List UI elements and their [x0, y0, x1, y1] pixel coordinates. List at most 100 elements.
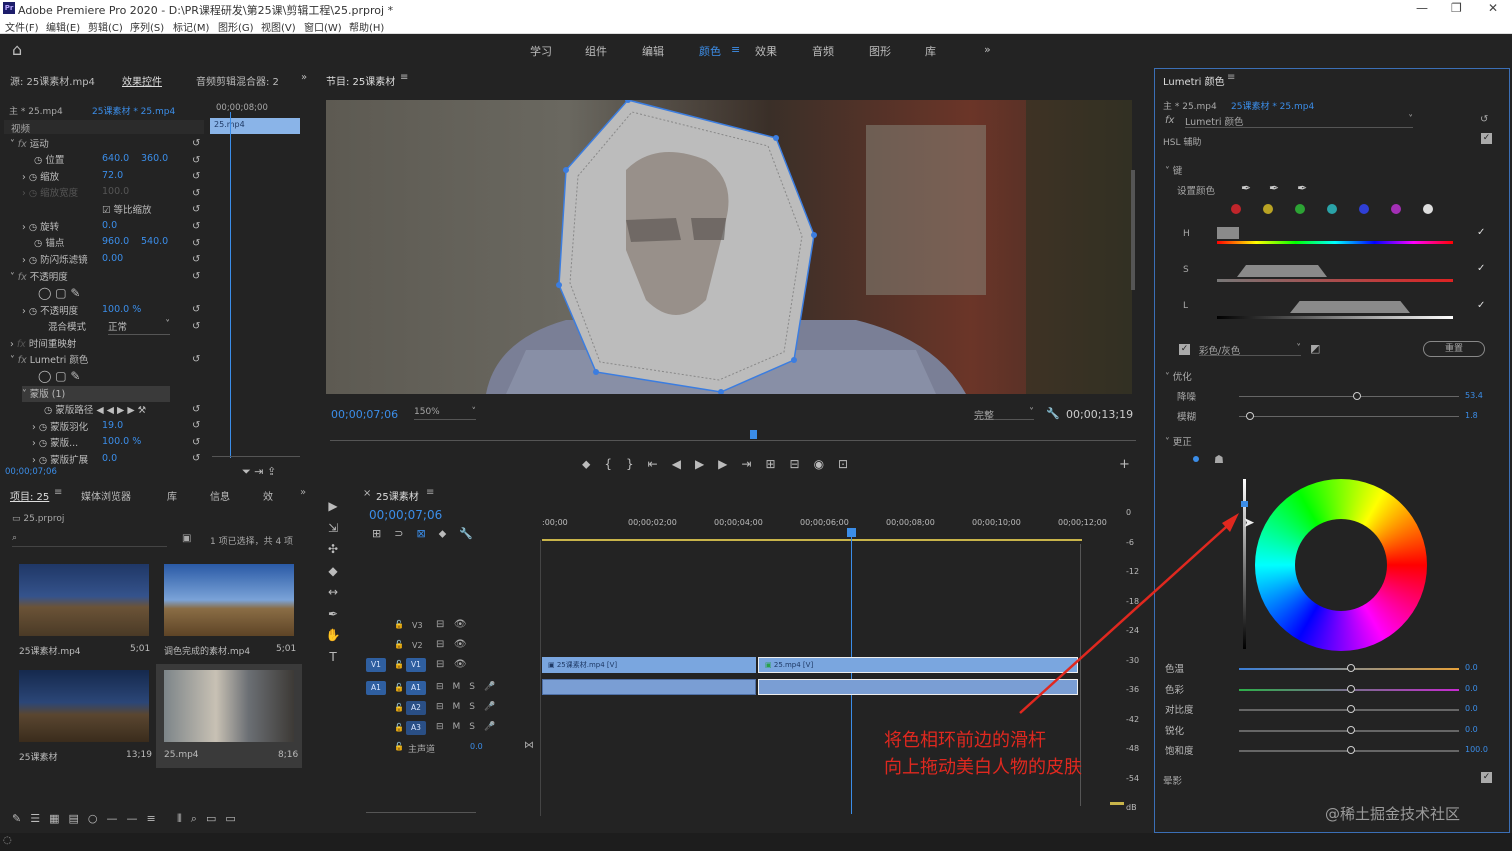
clip-video-1[interactable]: ▣ 25课素材.mp4 [V] [542, 657, 756, 673]
lumetri-effect-select[interactable]: Lumetri 颜色 ˅ [1185, 114, 1413, 128]
ec-anchor-x[interactable]: 960.0 [102, 236, 129, 252]
menu-clip[interactable]: 剪辑(C) [88, 19, 123, 34]
program-video-frame[interactable] [326, 100, 1132, 394]
ec-clip-bar[interactable]: 25.mp4 [210, 118, 300, 134]
ec-row-time-remap[interactable]: › fx 时间重映射 [10, 336, 76, 352]
program-add-button-icon[interactable]: + [1119, 457, 1130, 472]
hue-check-icon[interactable]: ✓ [1477, 227, 1485, 238]
track-a1-label[interactable]: A1 [406, 681, 426, 695]
lumetri-menu-icon[interactable]: ≡ [1227, 72, 1235, 83]
track-v1-controls[interactable]: ⊟ 👁 [436, 659, 467, 670]
track-a1-source[interactable]: A1 [366, 681, 386, 695]
color-swatch[interactable] [1263, 204, 1273, 214]
sat-range-handle[interactable] [1237, 265, 1327, 277]
menu-edit[interactable]: 编辑(E) [46, 19, 80, 34]
tab-project[interactable]: 项目: 25 [10, 488, 49, 508]
ec-anchor-y[interactable]: 540.0 [141, 236, 168, 252]
workspace-learn[interactable]: 学习 [530, 43, 552, 59]
timeline-menu-icon[interactable]: ≡ [426, 487, 434, 498]
panel-overflow-icon[interactable]: » [301, 72, 307, 83]
vignette-checkbox[interactable]: ✓ [1481, 772, 1492, 783]
track-a3-label[interactable]: A3 [406, 721, 426, 735]
workspace-assembly[interactable]: 组件 [585, 43, 607, 59]
track-v3-controls[interactable]: ⊟ 👁 [436, 619, 467, 630]
ec-row-motion[interactable]: ˅ fx 运动 [10, 136, 49, 152]
ec-row-position[interactable]: ◷ 位置 [34, 152, 64, 168]
lum-range-handle[interactable] [1290, 301, 1410, 313]
vignette-label[interactable]: 晕影 [1163, 773, 1182, 787]
project-thumb-3[interactable] [19, 670, 149, 742]
new-bin-icon[interactable]: ▣ [182, 533, 191, 544]
tab-source[interactable]: 源: 25课素材.mp4 [10, 73, 95, 93]
program-zoom-select[interactable]: 150% ˅ [414, 407, 476, 420]
hue-range-handle[interactable] [1217, 227, 1239, 239]
correction-slider-value[interactable]: 0.0 [1465, 725, 1478, 734]
menu-file[interactable]: 文件(F) [5, 19, 39, 34]
menu-view[interactable]: 视图(V) [261, 19, 296, 34]
ec-row-mask[interactable]: ˅ 蒙版 (1) [22, 386, 170, 402]
clip-audio-1[interactable] [542, 679, 756, 695]
ec-clip[interactable]: 25课素材 * 25.mp4 [92, 104, 175, 117]
lumetri-reset-icon[interactable]: ↺ [1480, 114, 1488, 125]
track-v2-lock-icon[interactable]: 🔓 [394, 640, 404, 649]
tab-effect-controls[interactable]: 效果控件 [122, 73, 162, 93]
correction-slider-knob[interactable] [1347, 725, 1355, 734]
ec-scale-value[interactable]: 72.0 [102, 170, 123, 186]
tools-panel[interactable]: ▶ ⇲ ✣ ◆ ↔ ✒ ✋ T [322, 496, 344, 676]
lum-check-icon[interactable]: ✓ [1477, 300, 1485, 311]
correction-slider-value[interactable]: 0.0 [1465, 704, 1478, 713]
ec-position-y[interactable]: 360.0 [141, 153, 168, 169]
ec-row-mask-expansion[interactable]: › ◷ 蒙版扩展 [32, 452, 88, 468]
color-swatches[interactable] [1231, 203, 1451, 217]
blur-slider-knob[interactable] [1246, 412, 1254, 420]
timeline-close-icon[interactable]: × [363, 488, 371, 499]
color-swatch[interactable] [1327, 204, 1337, 214]
correction-slider-knob[interactable] [1347, 705, 1355, 713]
master-track-icon[interactable]: ⋈ [524, 740, 534, 751]
ec-row-opacity[interactable]: › ◷ 不透明度 [22, 303, 78, 319]
ec-zoom-bar[interactable] [212, 456, 300, 457]
program-timecode[interactable]: 00;00;07;06 [331, 408, 398, 421]
more-workspaces-icon[interactable]: » [984, 43, 991, 56]
denoise-slider[interactable] [1239, 396, 1459, 397]
track-v1-label[interactable]: V1 [406, 658, 426, 672]
track-a2-label[interactable]: A2 [406, 701, 426, 715]
ec-filter-icon[interactable]: ⏷ ⇥ ⇪ [242, 465, 276, 479]
track-v2-controls[interactable]: ⊟ 👁 [436, 639, 467, 650]
ec-row-flicker[interactable]: › ◷ 防闪烁滤镜 [22, 252, 88, 268]
lum-range-slider[interactable] [1217, 316, 1453, 319]
ec-blend-select[interactable]: 正常 ˅ [108, 319, 170, 335]
menu-marker[interactable]: 标记(M) [173, 19, 209, 34]
hue-wheel-center[interactable] [1295, 519, 1387, 611]
track-a3-lock-icon[interactable]: 🔓 [394, 723, 404, 732]
eyedropper-icons[interactable]: ✒✒✒ [1241, 181, 1325, 195]
color-swatch[interactable] [1423, 204, 1433, 214]
refine-section[interactable]: ˅ 优化 [1165, 369, 1192, 383]
transport-controls[interactable]: ⬥{}⇤◀▶▶⇥⊞⊟◉⊡ [582, 457, 862, 472]
ec-mask-tools[interactable]: ◯ ▢ ✎ [38, 286, 80, 302]
ec-reset-column[interactable]: ↺ ↺ ↺ ↺ ↺ ↺ ↺ ↺ ↺ ↺ ↺ ↺ ↺ ↺ ↺ ↺ [192, 136, 204, 466]
color-swatch[interactable] [1359, 204, 1369, 214]
track-v1-lock-icon[interactable]: 🔓 [394, 660, 404, 669]
color-swatch[interactable] [1391, 204, 1401, 214]
timeline-zoom-scroll[interactable] [366, 812, 476, 813]
workspace-graphics[interactable]: 图形 [869, 43, 891, 59]
correction-slider-value[interactable]: 0.0 [1465, 663, 1478, 672]
program-menu-icon[interactable]: ≡ [400, 72, 408, 83]
ec-mask-feather-value[interactable]: 19.0 [102, 420, 123, 436]
track-v3-lock-icon[interactable]: 🔓 [394, 620, 404, 629]
workspace-color[interactable]: 颜色 [699, 43, 721, 59]
project-menu-icon[interactable]: ≡ [54, 487, 62, 498]
track-a1-controls[interactable]: ⊟MS🎤 [436, 682, 504, 692]
one-way-wheel-icon[interactable] [1193, 456, 1199, 462]
ec-mask-opacity-value[interactable]: 100.0 % [102, 436, 141, 452]
project-thumb-2[interactable] [164, 564, 294, 636]
workspace-libraries[interactable]: 库 [925, 43, 936, 59]
project-thumb-4[interactable] [164, 670, 294, 742]
ec-rotation-value[interactable]: 0.0 [102, 220, 117, 236]
workspace-editing[interactable]: 编辑 [642, 43, 664, 59]
tab-effects[interactable]: 效 [263, 488, 273, 508]
program-scrub-bar[interactable] [330, 440, 1136, 441]
three-way-wheel-icon[interactable]: ☗ [1214, 453, 1224, 466]
menu-sequence[interactable]: 序列(S) [130, 19, 164, 34]
